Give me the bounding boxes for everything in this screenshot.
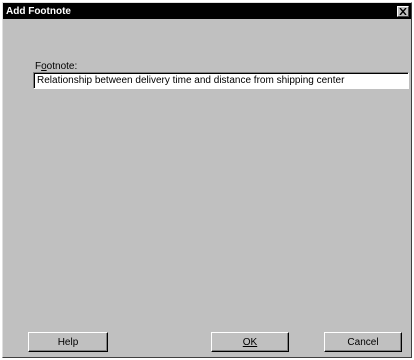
footnote-label-suffix: otnote: [46,61,78,72]
footnote-input[interactable]: Relationship between delivery time and d… [33,72,409,89]
close-icon [399,7,407,15]
help-button-label: Help [57,336,79,348]
dialog-title: Add Footnote [6,5,71,17]
ok-button-label: OK [242,336,258,348]
title-bar[interactable]: Add Footnote [3,3,411,19]
footnote-label: Footnote: [35,61,77,72]
close-button[interactable] [397,5,409,17]
cancel-button[interactable]: Cancel [324,332,402,352]
ok-button[interactable]: OK [211,332,289,352]
help-button[interactable]: Help [28,332,108,352]
add-footnote-dialog: Add Footnote Footnote: Relationship betw… [2,2,412,358]
cancel-button-label: Cancel [347,336,379,348]
